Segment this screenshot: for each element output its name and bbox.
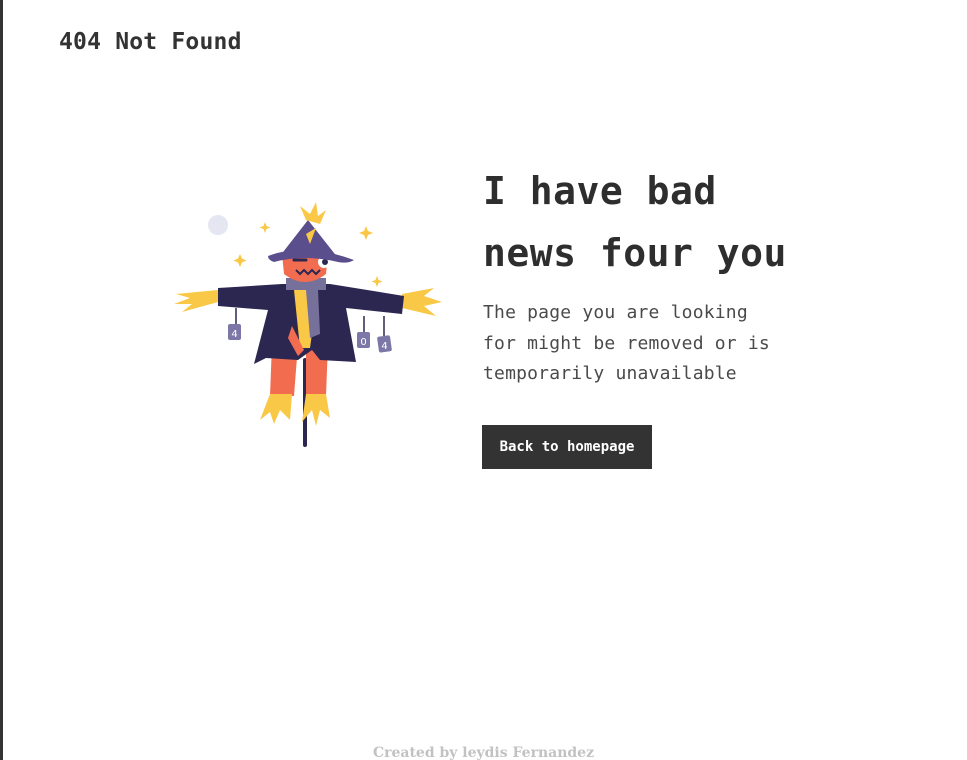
moon-icon (208, 215, 228, 235)
message-line-2: for might be removed or is (483, 332, 770, 354)
message-line-1: The page you are looking (483, 302, 748, 323)
can-label-0: 0 (360, 337, 366, 348)
back-to-homepage-button[interactable]: Back to homepage (482, 425, 652, 469)
message-line-3: temporarily unavailable (483, 363, 737, 384)
error-message: The page you are looking for might be re… (483, 298, 813, 390)
headline-line-2: news four you (483, 231, 787, 275)
left-border (0, 0, 3, 760)
can-label-4: 4 (231, 329, 237, 340)
scarecrow-illustration: 4 0 4 (170, 198, 450, 453)
headline-line-1: I have bad (483, 169, 717, 213)
can-label-4b: 4 (381, 341, 387, 352)
error-content: I have bad news four you The page you ar… (483, 160, 813, 390)
site-title: 404 Not Found (59, 29, 242, 55)
headline: I have bad news four you (483, 160, 813, 284)
footer-credit: Created by leydis Fernandez (372, 745, 595, 760)
